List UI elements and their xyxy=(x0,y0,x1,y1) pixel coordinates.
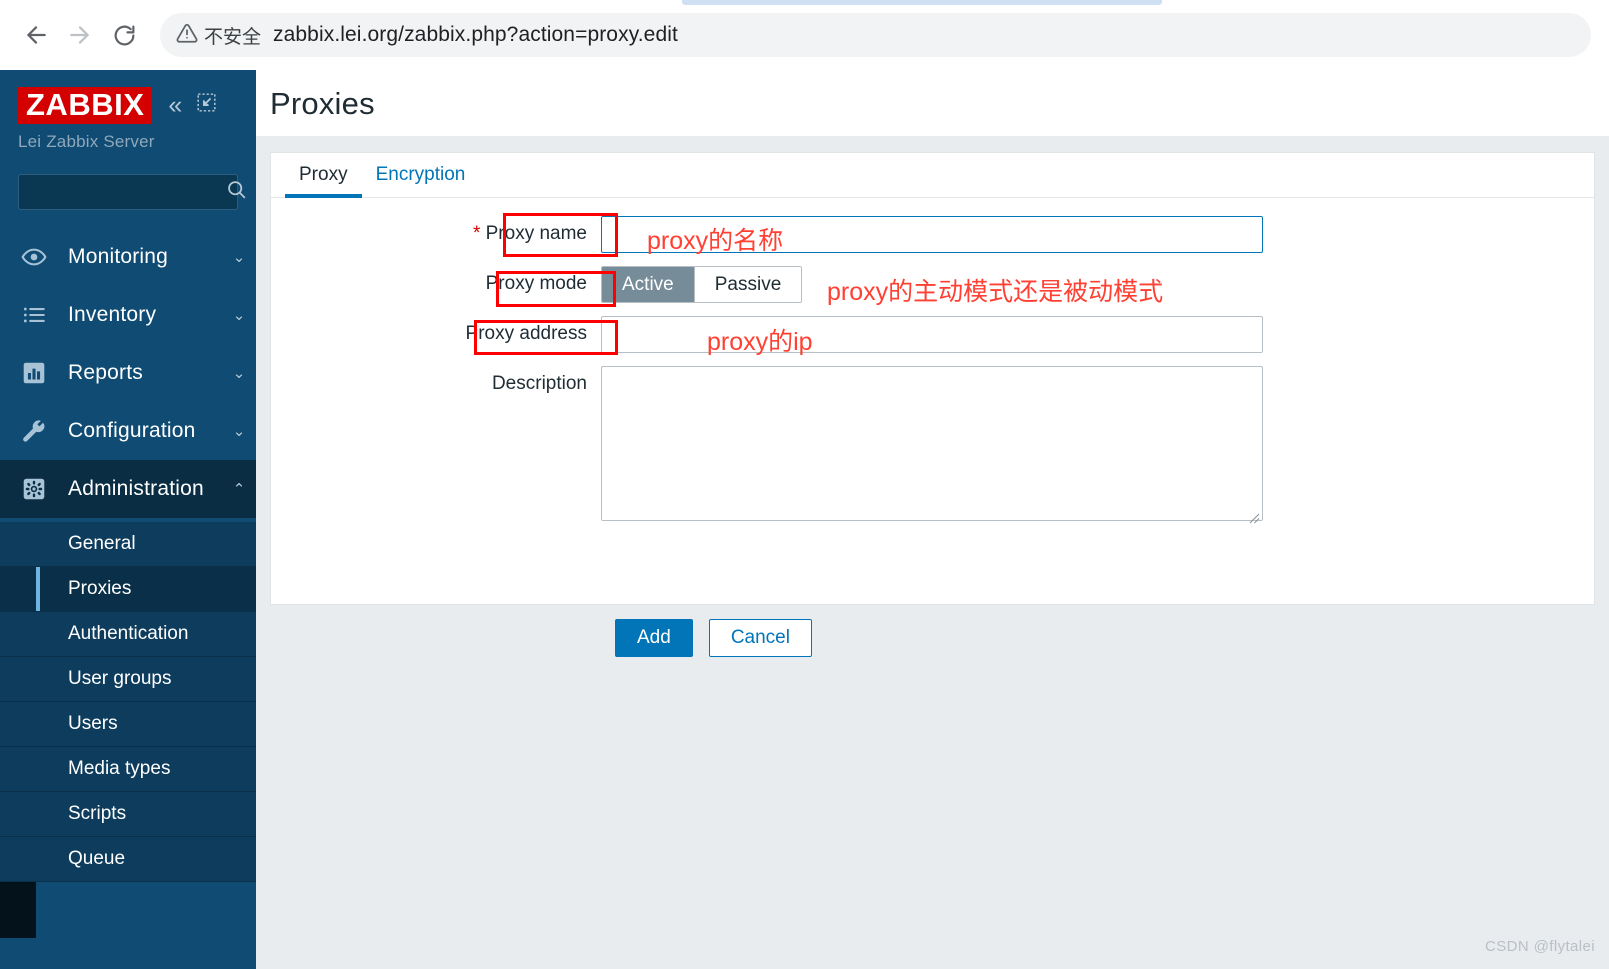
add-button[interactable]: Add xyxy=(615,619,693,657)
kiosk-expand-icon[interactable] xyxy=(196,92,217,118)
form-tabs: Proxy Encryption xyxy=(271,153,1594,198)
sidebar-item-label: Monitoring xyxy=(68,245,169,268)
reload-button[interactable] xyxy=(102,13,146,57)
proxy-address-input[interactable] xyxy=(601,316,1263,353)
main-content: Proxies Proxy Encryption * Proxy name Pro… xyxy=(256,70,1609,969)
sidebar-nav: Monitoring ⌄ Inventory ⌄ Reports ⌄ Configurati… xyxy=(0,228,256,518)
search-icon xyxy=(226,179,247,205)
sidebar-item-label: Inventory xyxy=(68,303,157,326)
proxy-mode-option-active[interactable]: Active xyxy=(602,267,695,302)
sidebar-subitem-user-groups[interactable]: User groups xyxy=(0,657,256,702)
tab-proxy[interactable]: Proxy xyxy=(285,164,362,198)
eye-icon xyxy=(18,244,50,270)
url-text: zabbix.lei.org/zabbix.php?action=proxy.e… xyxy=(273,23,678,46)
sidebar-item-reports[interactable]: Reports ⌄ xyxy=(0,344,256,402)
browser-toolbar: 不安全 zabbix.lei.org/zabbix.php?action=pro… xyxy=(0,5,1609,65)
sidebar-subitem-label: Authentication xyxy=(68,623,189,644)
arrow-left-icon xyxy=(23,22,49,48)
proxy-address-label: Proxy address xyxy=(465,323,587,344)
watermark: CSDN @flytalei xyxy=(1484,938,1595,955)
proxy-mode-option-label: Passive xyxy=(714,273,782,295)
warning-triangle-icon xyxy=(176,22,198,49)
sidebar-subitem-label: Users xyxy=(68,713,118,734)
sidebar-subitem-general[interactable]: General xyxy=(0,522,256,567)
sidebar-item-label: Reports xyxy=(68,361,143,384)
tab-encryption[interactable]: Encryption xyxy=(362,164,480,197)
field-proxy-address: Proxy address xyxy=(271,316,1263,353)
sidebar-subitem-label: Proxies xyxy=(68,578,132,599)
back-button[interactable] xyxy=(14,13,58,57)
proxy-name-label-text: Proxy name xyxy=(485,223,587,244)
form-actions: Add Cancel xyxy=(615,619,812,657)
description-textarea[interactable] xyxy=(601,366,1263,521)
page-title: Proxies xyxy=(270,86,375,121)
page-header: Proxies xyxy=(256,70,1609,136)
sidebar-subitem-label: General xyxy=(68,533,136,554)
sidebar-header: ZABBIX « xyxy=(18,85,244,125)
sidebar-subitem-proxies[interactable]: Proxies xyxy=(0,567,256,612)
zabbix-logo[interactable]: ZABBIX xyxy=(18,86,153,124)
sidebar-subitem-label: User groups xyxy=(68,668,172,689)
proxy-name-input[interactable] xyxy=(601,216,1263,253)
chevron-down-icon[interactable]: ⌄ xyxy=(222,364,256,382)
proxy-mode-toggle: Active Passive xyxy=(601,266,803,303)
sidebar-search[interactable] xyxy=(18,174,246,210)
proxy-mode-label: Proxy mode xyxy=(485,273,587,294)
sidebar-subitem-scripts[interactable]: Scripts xyxy=(0,792,256,837)
sidebar-subitem-queue[interactable]: Queue xyxy=(0,837,256,882)
proxy-mode-option-passive[interactable]: Passive xyxy=(694,267,802,302)
list-icon xyxy=(18,302,50,328)
sidebar-submenu: General Proxies Authentication User groups U… xyxy=(0,522,256,882)
sidebar-subitem-label: Scripts xyxy=(68,803,127,824)
browser-chrome: 不安全 zabbix.lei.org/zabbix.php?action=pro… xyxy=(0,0,1609,70)
chevron-up-icon[interactable]: ⌃ xyxy=(222,480,256,498)
server-name-label: Lei Zabbix Server xyxy=(18,132,155,151)
field-proxy-name: * Proxy name xyxy=(271,216,1263,253)
sidebar-item-inventory[interactable]: Inventory ⌄ xyxy=(0,286,256,344)
cancel-button[interactable]: Cancel xyxy=(708,619,812,657)
reload-icon xyxy=(112,23,137,48)
tab-label: Encryption xyxy=(375,164,466,185)
chevron-down-icon[interactable]: ⌄ xyxy=(222,248,256,266)
required-marker: * xyxy=(472,223,481,244)
proxy-mode-option-label: Active xyxy=(622,273,674,295)
sidebar-item-monitoring[interactable]: Monitoring ⌄ xyxy=(0,228,256,286)
site-security-chip[interactable]: 不安全 xyxy=(176,22,273,49)
sidebar-subitem-label: Queue xyxy=(68,848,126,869)
gear-icon xyxy=(18,476,50,502)
arrow-right-icon xyxy=(67,22,93,48)
sidebar-item-configuration[interactable]: Configuration ⌄ xyxy=(0,402,256,460)
security-label: 不安全 xyxy=(204,26,262,48)
field-proxy-mode: Proxy mode Active Passive xyxy=(271,266,803,303)
sidebar-subitem-authentication[interactable]: Authentication xyxy=(0,612,256,657)
search-input[interactable] xyxy=(27,183,226,201)
barchart-icon xyxy=(18,360,50,386)
field-description: Description xyxy=(271,366,1263,526)
tab-label: Proxy xyxy=(299,164,348,185)
chevron-down-icon[interactable]: ⌄ xyxy=(222,306,256,324)
sidebar-subitem-media-types[interactable]: Media types xyxy=(0,747,256,792)
sidebar-subitem-label: Media types xyxy=(68,758,171,779)
sidebar: ZABBIX « Lei Zabbix Server Monitoring ⌄ In… xyxy=(0,70,256,969)
description-label: Description xyxy=(491,373,587,394)
chevron-down-icon[interactable]: ⌄ xyxy=(222,422,256,440)
sidebar-item-label: Configuration xyxy=(68,419,196,442)
address-bar[interactable]: 不安全 zabbix.lei.org/zabbix.php?action=pro… xyxy=(160,13,1591,57)
wrench-icon xyxy=(18,418,50,444)
sidebar-item-administration[interactable]: Administration ⌃ xyxy=(0,460,256,518)
sidebar-item-label: Administration xyxy=(68,477,204,500)
proxy-name-label: * Proxy name xyxy=(271,216,601,245)
forward-button[interactable] xyxy=(58,13,102,57)
sidebar-subitem-users[interactable]: Users xyxy=(0,702,256,747)
double-chevron-left-icon[interactable]: « xyxy=(168,92,182,118)
proxy-form-panel: Proxy Encryption * Proxy name Proxy mode … xyxy=(270,152,1595,657)
